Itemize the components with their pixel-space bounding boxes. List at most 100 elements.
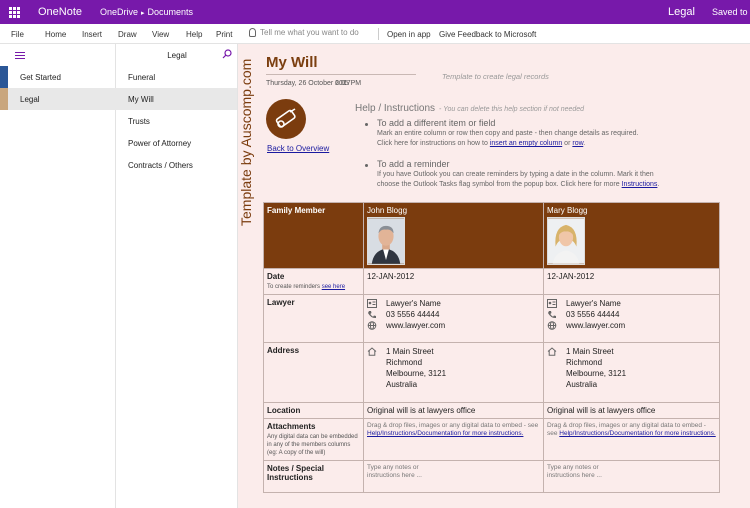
address-line2: Richmond bbox=[386, 358, 423, 367]
app-launcher-icon[interactable] bbox=[9, 7, 20, 18]
date-person2[interactable]: 12-JAN-2012 bbox=[543, 268, 720, 295]
help-item2-end: . bbox=[657, 181, 660, 188]
section-color-tab bbox=[0, 88, 8, 110]
open-in-app-button[interactable]: Open in app bbox=[387, 30, 431, 39]
template-credit: Template by Auscomp.com bbox=[238, 44, 256, 234]
help-item1-text: Mark an entire column or row then copy a… bbox=[377, 129, 687, 149]
help-item2-line2: choose the Outlook Tasks flag symbol fro… bbox=[377, 180, 687, 190]
tab-draw[interactable]: Draw bbox=[118, 30, 137, 39]
breadcrumb-onedrive[interactable]: OneDrive bbox=[100, 7, 138, 17]
see-here-link[interactable]: see here bbox=[322, 284, 345, 290]
bullet-icon bbox=[365, 164, 368, 167]
bullet-icon bbox=[365, 123, 368, 126]
row-attachments: Attachments Any digital data can be embe… bbox=[263, 418, 720, 461]
hamburger-icon[interactable] bbox=[15, 52, 25, 61]
row-date: Date To create reminders see here 12-JAN… bbox=[263, 268, 720, 295]
label-notes[interactable]: Notes / Special Instructions bbox=[263, 460, 364, 493]
label-attachments[interactable]: Attachments Any digital data can be embe… bbox=[263, 418, 364, 461]
globe-icon bbox=[547, 321, 557, 330]
label-location[interactable]: Location bbox=[263, 402, 364, 419]
feedback-button[interactable]: Give Feedback to Microsoft bbox=[439, 30, 536, 39]
address-line4: Australia bbox=[386, 380, 418, 389]
attachments-label: Attachments bbox=[267, 422, 316, 431]
row-location: Location Original will is at lawyers off… bbox=[263, 402, 720, 419]
tab-insert[interactable]: Insert bbox=[82, 30, 102, 39]
breadcrumb-separator: ▸ bbox=[141, 10, 145, 17]
attachments-person1[interactable]: Drag & drop files, images or any digital… bbox=[363, 418, 544, 461]
home-icon bbox=[547, 347, 557, 356]
page-item-my-will[interactable]: My Will bbox=[116, 88, 237, 110]
tell-me-placeholder: Tell me what you want to do bbox=[260, 28, 359, 37]
attachments-hint-text: Drag & drop files, images or any digital… bbox=[367, 422, 539, 429]
page-title[interactable]: My Will bbox=[266, 54, 318, 71]
attachments-help-link[interactable]: Help/Instructions/Documentation for more… bbox=[559, 430, 715, 437]
person1-name: John Blogg bbox=[367, 206, 408, 215]
date-person1[interactable]: 12-JAN-2012 bbox=[363, 268, 544, 295]
tab-home[interactable]: Home bbox=[45, 30, 66, 39]
page-item-funeral[interactable]: Funeral bbox=[116, 66, 237, 88]
lawyer-phone: 03 5556 44444 bbox=[566, 310, 620, 319]
header-person2[interactable]: Mary Blogg bbox=[543, 202, 720, 269]
search-icon[interactable] bbox=[222, 49, 232, 59]
ribbon-divider bbox=[378, 28, 379, 40]
help-or: or bbox=[564, 140, 571, 147]
attachments-help-link[interactable]: Help/Instructions/Documentation for more… bbox=[367, 430, 523, 437]
address-line1: 1 Main Street bbox=[386, 347, 434, 356]
insert-row-link[interactable]: row bbox=[572, 140, 583, 147]
attachments-person2[interactable]: Drag & drop files, images or any digital… bbox=[543, 418, 720, 461]
notes-person1[interactable]: Type any notes or instructions here ... bbox=[363, 460, 544, 493]
ribbon: File Home Insert Draw View Help Print Te… bbox=[0, 24, 750, 44]
lawyer-website-link[interactable]: www.lawyer.com bbox=[386, 321, 445, 330]
page-item-trusts[interactable]: Trusts bbox=[116, 110, 237, 132]
tab-print[interactable]: Print bbox=[216, 30, 232, 39]
section-legal[interactable]: Legal bbox=[0, 88, 116, 110]
template-credit-text: Template by Auscomp.com bbox=[238, 59, 254, 226]
page-item-contracts[interactable]: Contracts / Others bbox=[116, 154, 237, 176]
save-status: Saved to bbox=[712, 7, 748, 17]
contact-card-icon bbox=[367, 299, 377, 308]
back-to-overview-link[interactable]: Back to Overview bbox=[267, 144, 329, 153]
tell-me-box[interactable]: Tell me what you want to do bbox=[249, 28, 359, 37]
address-line4: Australia bbox=[566, 380, 598, 389]
insert-column-link[interactable]: insert an empty column bbox=[490, 140, 562, 147]
label-lawyer[interactable]: Lawyer bbox=[263, 294, 364, 343]
location-person1[interactable]: Original will is at lawyers office bbox=[363, 402, 544, 419]
page-canvas[interactable]: Template by Auscomp.com My Will Thursday… bbox=[238, 44, 750, 508]
help-item2-heading: To add a reminder bbox=[377, 159, 450, 169]
lawyer-person1[interactable]: Lawyer's Name 03 5556 44444 www.lawyer.c… bbox=[363, 294, 544, 343]
sections-pane: Get Started Legal bbox=[0, 44, 116, 508]
globe-icon bbox=[367, 321, 377, 330]
date-label: Date bbox=[267, 272, 285, 281]
section-label: Legal bbox=[20, 95, 40, 104]
lawyer-person2[interactable]: Lawyer's Name 03 5556 44444 www.lawyer.c… bbox=[543, 294, 720, 343]
breadcrumb-documents[interactable]: Documents bbox=[148, 7, 194, 17]
page-time: 6:05 PM bbox=[335, 80, 362, 87]
label-date[interactable]: Date To create reminders see here bbox=[263, 268, 364, 295]
tab-view[interactable]: View bbox=[152, 30, 169, 39]
tab-help[interactable]: Help bbox=[186, 30, 202, 39]
notebook-title[interactable]: Legal bbox=[668, 6, 695, 18]
app-name[interactable]: OneNote bbox=[38, 6, 82, 18]
contact-card-icon bbox=[547, 299, 557, 308]
lawyer-website-link[interactable]: www.lawyer.com bbox=[566, 321, 625, 330]
help-item2-text: If you have Outlook you can create remin… bbox=[377, 170, 687, 190]
label-address[interactable]: Address bbox=[263, 342, 364, 403]
lawyer-phone-line: 03 5556 44444 bbox=[367, 309, 540, 320]
address-block: Richmond Melbourne, 3121 Australia bbox=[547, 357, 716, 390]
address-line3: Melbourne, 3121 bbox=[566, 369, 627, 378]
address-line3: Melbourne, 3121 bbox=[386, 369, 447, 378]
location-person2[interactable]: Original will is at lawyers office bbox=[543, 402, 720, 419]
address-person2[interactable]: 1 Main Street Richmond Melbourne, 3121 A… bbox=[543, 342, 720, 403]
header-person1[interactable]: John Blogg bbox=[363, 202, 544, 269]
header-family-member[interactable]: Family Member bbox=[263, 202, 364, 269]
reminder-instructions-link[interactable]: Instructions bbox=[622, 181, 658, 188]
pages-pane: Legal Funeral My Will Trusts Power of At… bbox=[116, 44, 238, 508]
notes-person2[interactable]: Type any notes or instructions here ... bbox=[543, 460, 720, 493]
template-note: Template to create legal records bbox=[442, 72, 549, 81]
section-get-started[interactable]: Get Started bbox=[0, 66, 116, 88]
person2-name: Mary Blogg bbox=[547, 206, 588, 215]
title-underline bbox=[266, 74, 416, 75]
page-item-power-of-attorney[interactable]: Power of Attorney bbox=[116, 132, 237, 154]
tab-file[interactable]: File bbox=[11, 30, 24, 39]
address-person1[interactable]: 1 Main Street Richmond Melbourne, 3121 A… bbox=[363, 342, 544, 403]
